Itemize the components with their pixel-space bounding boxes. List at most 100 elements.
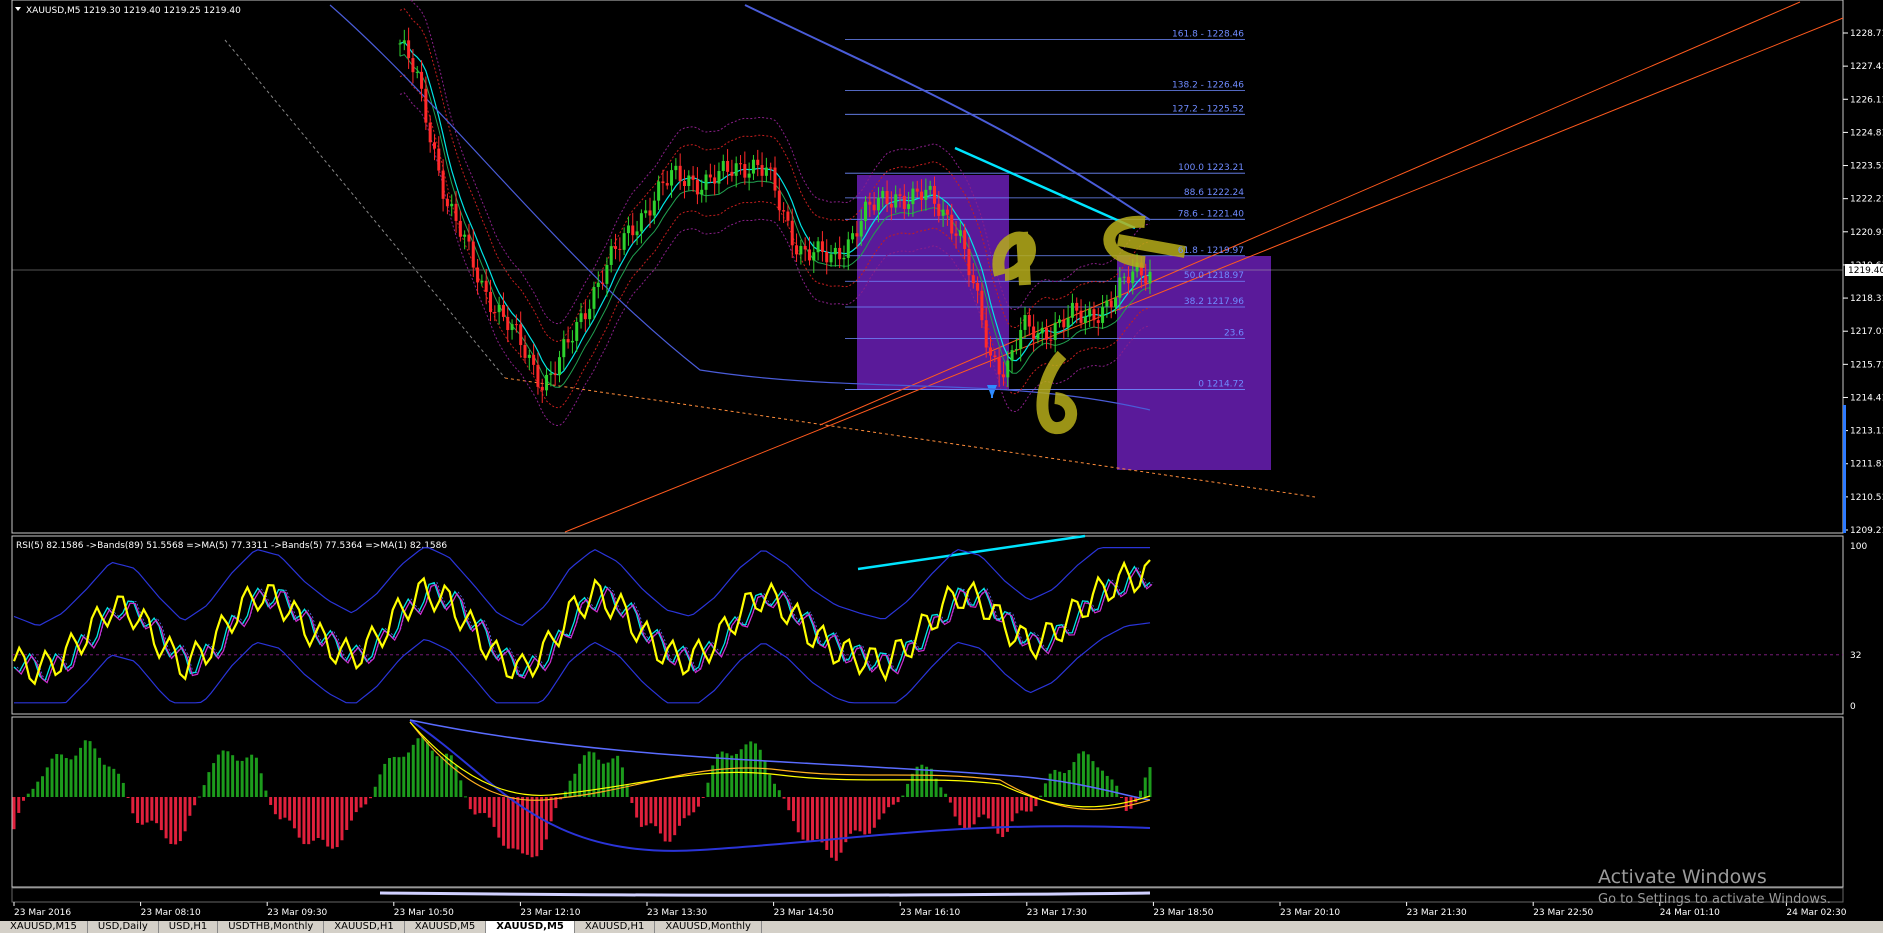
candle-body	[618, 248, 622, 250]
histogram-bar	[150, 797, 154, 821]
histogram-bar	[677, 797, 681, 826]
chart-tab[interactable]: XAUUSD,M5	[405, 921, 487, 933]
candle-body	[1049, 339, 1053, 341]
activate-windows-watermark: Activate Windows Go to Settings to activ…	[1598, 866, 1831, 907]
histogram-bar	[958, 797, 962, 826]
candle-body	[510, 324, 514, 331]
histogram-bar	[430, 750, 434, 797]
candle-body	[885, 190, 889, 204]
chart-tab[interactable]: USDTHB,Monthly	[218, 921, 325, 933]
chart-tab[interactable]: XAUUSD,M15	[0, 921, 88, 933]
histogram-bar	[606, 762, 610, 797]
histogram-bar	[696, 797, 700, 807]
histogram-bar	[17, 797, 21, 813]
dropdown-triangle-icon[interactable]	[15, 7, 21, 11]
candle-body	[989, 347, 993, 356]
histogram-bar	[777, 790, 781, 797]
histogram-bar	[45, 767, 49, 797]
candle-body	[536, 364, 540, 387]
rsi-tick-label: 100	[1850, 542, 1867, 552]
histogram-bar	[1148, 767, 1152, 797]
candle-body	[1075, 302, 1079, 311]
histogram-bar	[868, 797, 872, 834]
rsi-tick-label: 32	[1850, 651, 1861, 661]
chart-tab[interactable]: XAUUSD,M5	[486, 921, 575, 933]
vertical-scrollbar[interactable]	[1843, 405, 1846, 533]
histogram-bar	[26, 793, 30, 797]
candle-body	[540, 386, 544, 391]
candle-body	[889, 203, 893, 208]
price-tick-label: 1217.01	[1850, 327, 1883, 337]
candle-body	[915, 188, 919, 192]
fib-level-label: 127.2 - 1225.52	[1172, 104, 1244, 114]
histogram-bar	[421, 736, 425, 797]
histogram-bar	[549, 797, 553, 822]
candle-body	[428, 122, 432, 143]
candle-body	[506, 316, 510, 331]
candle-body	[1148, 271, 1152, 284]
candle-body	[497, 304, 501, 313]
candle-body	[583, 313, 587, 320]
candle-body	[924, 189, 928, 200]
candle-body	[928, 185, 932, 190]
histogram-bar	[1110, 779, 1114, 797]
rsi-tick-label: 0	[1850, 702, 1856, 712]
trading-chart[interactable]: 161.8 - 1228.46 138.2 - 1226.46 127.2 - 12…	[0, 0, 1883, 933]
chart-tab[interactable]: USD,H1	[159, 921, 219, 933]
histogram-bar	[316, 797, 320, 838]
candle-body	[463, 234, 467, 237]
candle-body	[489, 291, 493, 313]
candle-body	[807, 249, 811, 261]
candle-body	[614, 246, 618, 249]
histogram-bar	[36, 781, 40, 797]
histogram-bar	[1015, 797, 1019, 814]
price-tick-label: 1228.71	[1850, 29, 1883, 39]
rsi-lower-band	[14, 622, 1151, 704]
histogram-bar	[963, 797, 967, 830]
histogram-bar	[792, 797, 796, 822]
candle-body	[816, 241, 820, 253]
candle-body	[820, 241, 824, 252]
fib-level-label: 100.0 1223.21	[1178, 163, 1244, 173]
chart-tab[interactable]: XAUUSD,H1	[575, 921, 656, 933]
histogram-bar	[368, 797, 372, 799]
chart-tab[interactable]: XAUUSD,H1	[324, 921, 405, 933]
candle-body	[575, 322, 579, 341]
price-axis: 1228.71 1227.41 1226.11 1224.81 1223.51 1222.…	[1843, 29, 1883, 536]
histogram-bar	[1129, 797, 1133, 809]
bollinger-bands	[329, 0, 1151, 427]
chart-tabs: XAUUSD,M15 USD,Daily USD,H1 USDTHB,Monthly X…	[0, 921, 1883, 933]
candle-body	[1036, 333, 1040, 340]
candle-body	[665, 183, 669, 186]
candle-body	[398, 43, 402, 45]
histogram-bar	[853, 797, 857, 831]
candle-body	[1006, 360, 1010, 378]
candle-body	[842, 257, 846, 260]
histogram-bar	[69, 759, 73, 797]
candle-body	[1083, 316, 1087, 323]
candle-body	[480, 280, 484, 283]
chart-tab[interactable]: USD,Daily	[88, 921, 159, 933]
time-tick-label: 23 Mar 10:50	[394, 908, 454, 918]
histogram-bar	[283, 797, 287, 818]
price-tick-label: 1210.51	[1850, 493, 1883, 503]
histogram-bar	[834, 797, 838, 861]
candle-body	[864, 201, 868, 221]
candle-body	[1144, 275, 1148, 284]
chart-tab[interactable]: XAUUSD,Monthly	[655, 921, 762, 933]
histogram-bar	[22, 797, 26, 801]
candle-body	[420, 71, 424, 89]
candle-body	[717, 171, 721, 184]
candle-body	[980, 290, 984, 321]
histogram-bar	[649, 797, 653, 824]
candle-body	[967, 248, 971, 276]
histogram-bar	[925, 766, 929, 797]
histogram-bar	[207, 772, 211, 797]
candle-body	[963, 230, 967, 249]
histogram-bar	[939, 787, 943, 797]
candle-body	[751, 159, 755, 174]
candle-body	[527, 354, 531, 358]
histogram-bar	[1043, 783, 1047, 797]
candle-body	[782, 210, 786, 212]
histogram-bar	[292, 797, 296, 829]
